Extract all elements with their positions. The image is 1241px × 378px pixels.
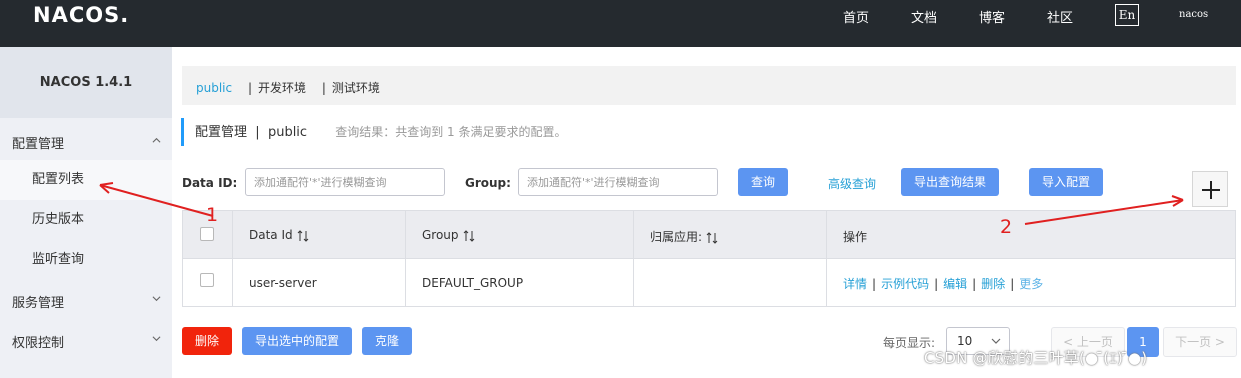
column-divider bbox=[232, 211, 233, 306]
sort-icon[interactable] bbox=[706, 231, 718, 244]
language-switch-button[interactable]: En bbox=[1115, 4, 1139, 26]
add-config-button[interactable] bbox=[1192, 171, 1228, 207]
csdn-watermark: CSDN @欣慰的三叶草(● ̄(ｴ) ̄●) bbox=[924, 349, 1148, 367]
per-page-value: 10 bbox=[957, 334, 973, 348]
column-divider bbox=[826, 211, 827, 306]
column-header-group[interactable]: Group bbox=[422, 228, 475, 242]
clone-button[interactable]: 克隆 bbox=[362, 327, 412, 355]
page-title-text: 配置管理 bbox=[195, 125, 248, 140]
import-config-button[interactable]: 导入配置 bbox=[1029, 168, 1103, 196]
column-header-app[interactable]: 归属应用: bbox=[650, 228, 718, 245]
more-link[interactable]: 更多 bbox=[1019, 277, 1043, 291]
page-title-namespace: public bbox=[267, 125, 308, 140]
namespace-dev[interactable]: 开发环境 bbox=[258, 66, 306, 110]
column-divider bbox=[405, 211, 406, 306]
sidebar-title: NACOS 1.4.1 bbox=[0, 47, 172, 118]
edit-link[interactable]: 编辑 bbox=[943, 277, 967, 291]
chevron-up-icon bbox=[152, 137, 161, 143]
next-page-button[interactable]: 下一页 > bbox=[1163, 327, 1237, 357]
detail-link[interactable]: 详情 bbox=[843, 277, 867, 291]
sidebar: NACOS 1.4.1 配置管理 配置列表 历史版本 监听查询 服务管理 权限控… bbox=[0, 47, 172, 378]
config-table: Data Id Group 归属应用: 操作 user-server DEFAU… bbox=[182, 210, 1236, 307]
sidebar-group-auth[interactable]: 权限控制 bbox=[12, 332, 64, 351]
chevron-down-icon bbox=[991, 338, 1001, 344]
data-id-label: Data ID: bbox=[182, 176, 238, 190]
top-navigation-bar: NACOS. 首页 文档 博客 社区 En nacos bbox=[0, 0, 1241, 47]
annotation-number-1: 1 bbox=[206, 204, 219, 226]
sidebar-group-service[interactable]: 服务管理 bbox=[12, 292, 64, 311]
nav-blog[interactable]: 博客 bbox=[979, 7, 1005, 26]
sample-code-link[interactable]: 示例代码 bbox=[881, 277, 929, 291]
sidebar-item-listener[interactable]: 监听查询 bbox=[0, 240, 172, 280]
nacos-logo[interactable]: NACOS. bbox=[33, 3, 129, 27]
annotation-number-2: 2 bbox=[1000, 216, 1013, 238]
column-divider bbox=[633, 211, 634, 306]
group-input[interactable] bbox=[518, 168, 718, 196]
cell-data-id: user-server bbox=[249, 276, 317, 290]
column-header-data-id[interactable]: Data Id bbox=[249, 228, 309, 242]
row-actions: 详情 | 示例代码 | 编辑 | 删除 | 更多 bbox=[843, 275, 1043, 292]
namespace-separator: | bbox=[321, 81, 326, 95]
title-separator: | bbox=[251, 125, 264, 140]
user-menu[interactable]: nacos bbox=[1179, 9, 1208, 20]
page-title: 配置管理 | public 查询结果：共查询到 1 条满足要求的配置。 bbox=[181, 118, 566, 146]
nav-docs[interactable]: 文档 bbox=[911, 7, 937, 26]
delete-link[interactable]: 删除 bbox=[981, 277, 1005, 291]
nav-home[interactable]: 首页 bbox=[843, 7, 869, 26]
action-separator: | bbox=[872, 277, 877, 291]
group-label: Group: bbox=[465, 176, 511, 190]
namespace-bar: public | 开发环境 | 测试环境 bbox=[182, 66, 1236, 105]
advanced-query-link[interactable]: 高级查询 bbox=[828, 175, 876, 192]
sidebar-group-config[interactable]: 配置管理 bbox=[12, 133, 64, 152]
chevron-down-icon bbox=[152, 296, 161, 302]
result-summary: 查询结果：共查询到 1 条满足要求的配置。 bbox=[335, 125, 567, 139]
cell-group: DEFAULT_GROUP bbox=[422, 276, 524, 290]
action-separator: | bbox=[934, 277, 939, 291]
row-checkbox[interactable] bbox=[200, 273, 214, 287]
table-row: user-server DEFAULT_GROUP 详情 | 示例代码 | 编辑 | 删除 |… bbox=[183, 259, 1235, 306]
namespace-test[interactable]: 测试环境 bbox=[332, 66, 380, 110]
bulk-delete-button[interactable]: 删除 bbox=[182, 327, 232, 355]
action-separator: | bbox=[972, 277, 977, 291]
table-header: Data Id Group 归属应用: 操作 bbox=[183, 211, 1235, 259]
chevron-down-icon bbox=[152, 336, 161, 342]
sidebar-item-config-list[interactable]: 配置列表 bbox=[0, 160, 172, 200]
main-content: public | 开发环境 | 测试环境 配置管理 | public 查询结果：共查… bbox=[172, 47, 1241, 378]
sort-icon[interactable] bbox=[463, 229, 475, 242]
export-results-button[interactable]: 导出查询结果 bbox=[901, 168, 999, 196]
sort-icon[interactable] bbox=[297, 229, 309, 242]
sidebar-item-history[interactable]: 历史版本 bbox=[0, 200, 172, 240]
namespace-separator: | bbox=[247, 81, 252, 95]
query-button[interactable]: 查询 bbox=[738, 168, 788, 196]
data-id-input[interactable] bbox=[245, 168, 445, 196]
select-all-checkbox[interactable] bbox=[200, 227, 214, 241]
column-header-actions: 操作 bbox=[843, 230, 868, 244]
action-separator: | bbox=[1010, 277, 1015, 291]
namespace-public[interactable]: public bbox=[196, 66, 232, 110]
nav-community[interactable]: 社区 bbox=[1047, 7, 1073, 26]
export-selected-button[interactable]: 导出选中的配置 bbox=[242, 327, 352, 355]
